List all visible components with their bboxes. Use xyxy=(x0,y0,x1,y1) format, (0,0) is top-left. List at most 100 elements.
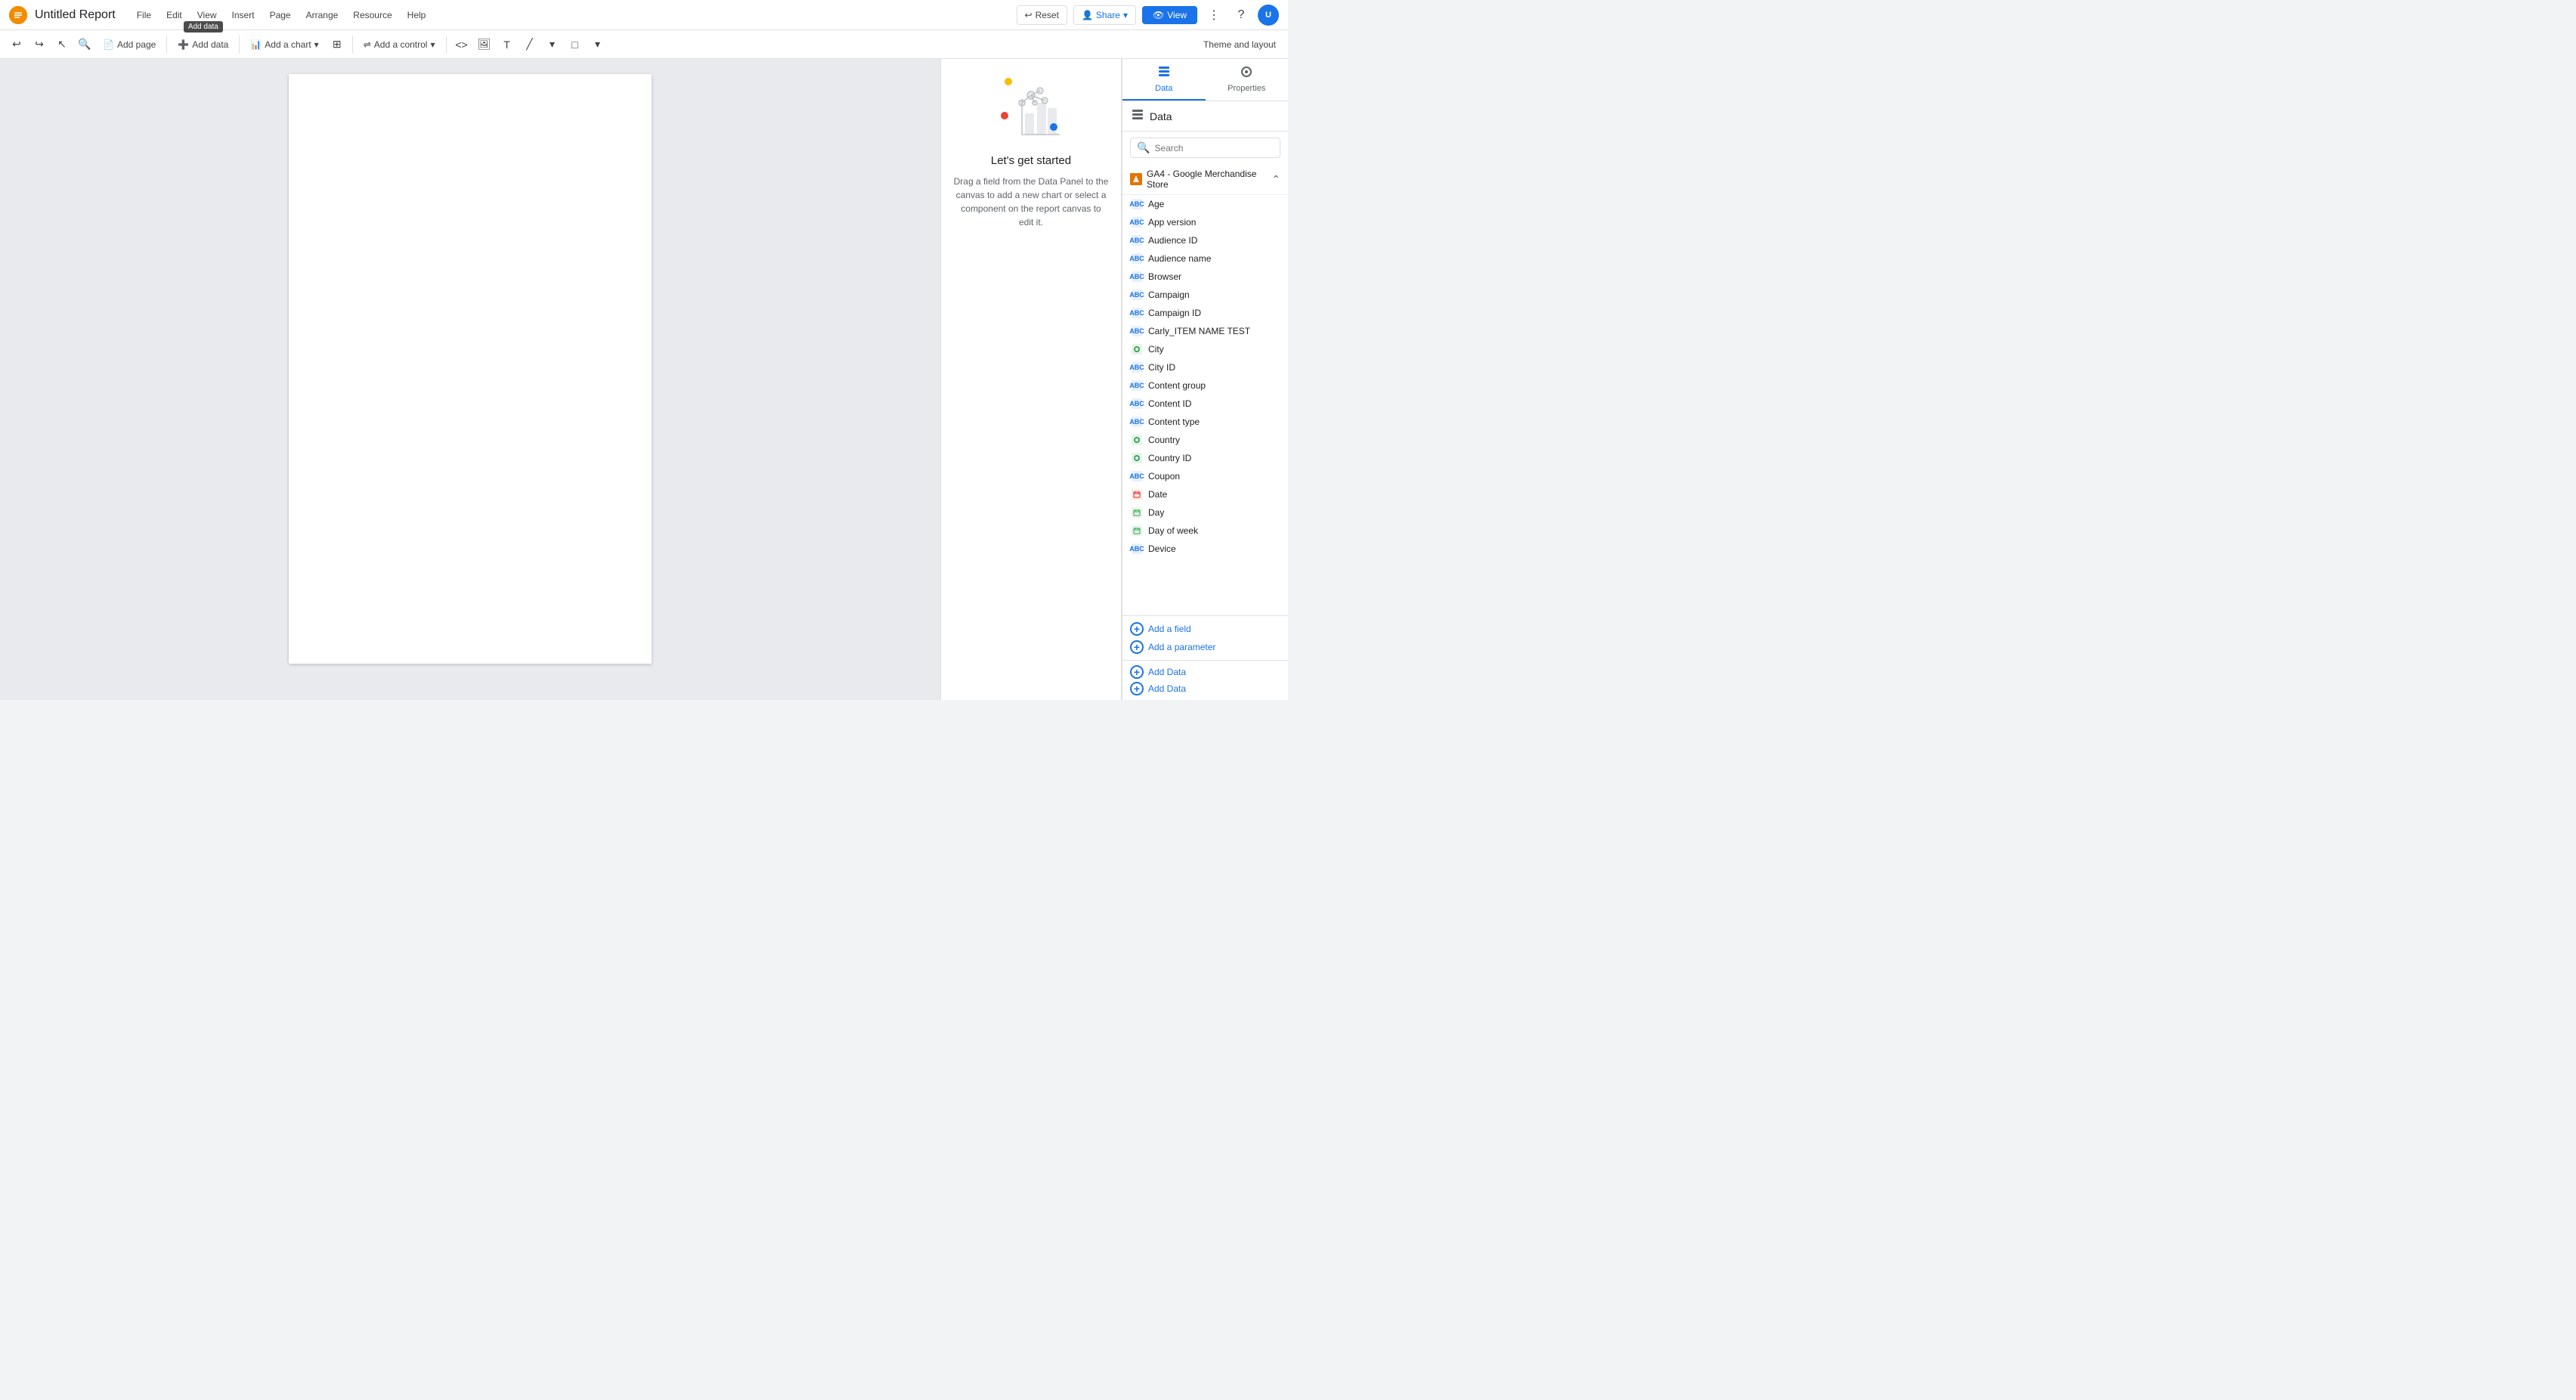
field-item-audience-name[interactable]: ABC Audience name xyxy=(1122,249,1288,268)
field-item-content-id[interactable]: ABC Content ID xyxy=(1122,395,1288,413)
add-page-icon: 📄 xyxy=(103,39,114,50)
menu-page[interactable]: Page xyxy=(264,7,297,23)
add-control-button[interactable]: ⇌ Add a control ▾ xyxy=(358,36,441,53)
add-field-action[interactable]: + Add a field xyxy=(1130,622,1280,636)
image-button[interactable]: 🖼 xyxy=(474,34,495,55)
field-icon-abc: ABC xyxy=(1132,362,1142,373)
shape-options-button[interactable]: ▾ xyxy=(587,34,608,55)
undo-button[interactable]: ↩ xyxy=(6,34,27,55)
tab-properties[interactable]: Properties xyxy=(1206,59,1289,101)
tab-properties-label: Properties xyxy=(1228,84,1265,93)
field-item-audience-id[interactable]: ABC Audience ID xyxy=(1122,231,1288,249)
add-parameter-label: Add a parameter xyxy=(1148,642,1215,652)
field-item-browser[interactable]: ABC Browser xyxy=(1122,268,1288,286)
add-data-label-1: Add Data xyxy=(1148,667,1186,677)
field-icon-green xyxy=(1132,435,1142,445)
reset-button[interactable]: ↩ Reset xyxy=(1017,5,1067,25)
canvas-page[interactable] xyxy=(289,74,652,664)
field-item-campaign-id[interactable]: ABC Campaign ID xyxy=(1122,304,1288,322)
add-parameter-action[interactable]: + Add a parameter xyxy=(1130,640,1280,654)
search-icon: 🔍 xyxy=(1137,141,1150,154)
add-data-icon: ➕ xyxy=(178,39,189,50)
app-logo xyxy=(9,6,27,24)
zoom-button[interactable]: 🔍 xyxy=(74,34,95,55)
share-button[interactable]: 👤 Share ▾ xyxy=(1073,5,1136,25)
field-item-day[interactable]: Day xyxy=(1122,503,1288,522)
add-field-label: Add a field xyxy=(1148,624,1191,634)
field-name-coupon: Coupon xyxy=(1148,471,1180,482)
properties-tab-icon xyxy=(1240,65,1253,82)
menu-help[interactable]: Help xyxy=(401,7,432,23)
avatar[interactable]: U xyxy=(1258,5,1279,26)
menu-arrange[interactable]: Arrange xyxy=(300,7,345,23)
add-page-button[interactable]: 📄 Add page xyxy=(97,36,162,53)
field-icon-green xyxy=(1132,344,1142,355)
field-icon-abc: ABC xyxy=(1132,380,1142,391)
textbox-button[interactable]: T xyxy=(497,34,518,55)
field-item-city[interactable]: City xyxy=(1122,340,1288,358)
data-panel-title: Data xyxy=(1150,110,1172,122)
add-data-action-2[interactable]: + Add Data xyxy=(1130,682,1280,695)
lets-get-started-desc: Drag a field from the Data Panel to the … xyxy=(953,175,1109,229)
field-name-device: Device xyxy=(1148,544,1176,554)
help-button[interactable]: ? xyxy=(1231,5,1252,26)
field-icon-abc: ABC xyxy=(1132,290,1142,300)
chart-icon: 📊 xyxy=(250,39,262,50)
panel-footer: + Add Data + Add Data xyxy=(1122,660,1288,700)
line-options-button[interactable]: ▾ xyxy=(542,34,563,55)
field-item-coupon[interactable]: ABC Coupon xyxy=(1122,467,1288,485)
theme-layout-button[interactable]: Theme and layout xyxy=(1197,36,1282,53)
menu-insert[interactable]: Insert xyxy=(226,7,261,23)
field-item-carly-item[interactable]: ABC Carly_ITEM NAME TEST xyxy=(1122,322,1288,340)
redo-button[interactable]: ↪ xyxy=(29,34,50,55)
field-name-app-version: App version xyxy=(1148,217,1196,228)
view-button[interactable]: 👁 View xyxy=(1142,6,1197,24)
data-source-row[interactable]: GA4 - Google Merchandise Store ⌃ xyxy=(1122,164,1288,195)
field-item-country-id[interactable]: Country ID xyxy=(1122,449,1288,467)
add-data-button[interactable]: ➕ Add data Add data xyxy=(172,36,234,53)
panel-tabs: Data Properties xyxy=(1122,59,1288,101)
line-button[interactable]: ╱ xyxy=(519,34,540,55)
field-name-audience-id: Audience ID xyxy=(1148,235,1197,246)
field-item-device[interactable]: ABC Device xyxy=(1122,540,1288,558)
field-item-app-version[interactable]: ABC App version xyxy=(1122,213,1288,231)
field-item-content-type[interactable]: ABC Content type xyxy=(1122,413,1288,431)
select-tool-button[interactable]: ↖ xyxy=(51,34,73,55)
field-name-country: Country xyxy=(1148,435,1180,445)
data-source-icon xyxy=(1130,173,1142,185)
field-item-country[interactable]: Country xyxy=(1122,431,1288,449)
shape-button[interactable]: □ xyxy=(565,34,586,55)
more-options-button[interactable]: ⋮ xyxy=(1203,5,1225,26)
field-name-city: City xyxy=(1148,344,1164,355)
data-source-expand-icon[interactable]: ⌃ xyxy=(1271,173,1280,186)
title-bar-actions: ↩ Reset 👤 Share ▾ 👁 View ⋮ ? U xyxy=(1017,5,1279,26)
add-chart-button[interactable]: 📊 Add a chart ▾ xyxy=(244,36,324,53)
field-icon-abc: ABC xyxy=(1132,398,1142,409)
add-data-action-1[interactable]: + Add Data xyxy=(1130,665,1280,679)
field-icon-cal-green xyxy=(1132,507,1142,518)
field-name-browser: Browser xyxy=(1148,271,1181,282)
code-button[interactable]: <> xyxy=(451,34,472,55)
field-item-day-of-week[interactable]: Day of week xyxy=(1122,522,1288,540)
control-chevron-icon: ▾ xyxy=(430,39,435,50)
canvas-area[interactable] xyxy=(0,59,940,700)
field-item-city-id[interactable]: ABC City ID xyxy=(1122,358,1288,376)
field-item-age[interactable]: ABC Age xyxy=(1122,195,1288,213)
menu-resource[interactable]: Resource xyxy=(347,7,398,23)
tab-data[interactable]: Data xyxy=(1122,59,1206,101)
menu-file[interactable]: File xyxy=(131,7,157,23)
field-item-date[interactable]: Date xyxy=(1122,485,1288,503)
community-viz-button[interactable]: ⊞ xyxy=(327,34,348,55)
field-name-country-id: Country ID xyxy=(1148,453,1191,463)
report-title: Untitled Report xyxy=(35,8,116,22)
field-item-campaign[interactable]: ABC Campaign xyxy=(1122,286,1288,304)
search-box[interactable]: 🔍 xyxy=(1130,138,1280,158)
share-chevron-icon: ▾ xyxy=(1123,10,1128,20)
add-data-label-2: Add Data xyxy=(1148,683,1186,694)
field-list: ABC Age ABC App version ABC Audience ID … xyxy=(1122,195,1288,615)
search-input[interactable] xyxy=(1154,143,1274,153)
add-data-icon-1: + xyxy=(1130,665,1144,679)
field-icon-cal-green xyxy=(1132,525,1142,536)
field-item-content-group[interactable]: ABC Content group xyxy=(1122,376,1288,395)
add-data-icon-2: + xyxy=(1130,682,1144,695)
